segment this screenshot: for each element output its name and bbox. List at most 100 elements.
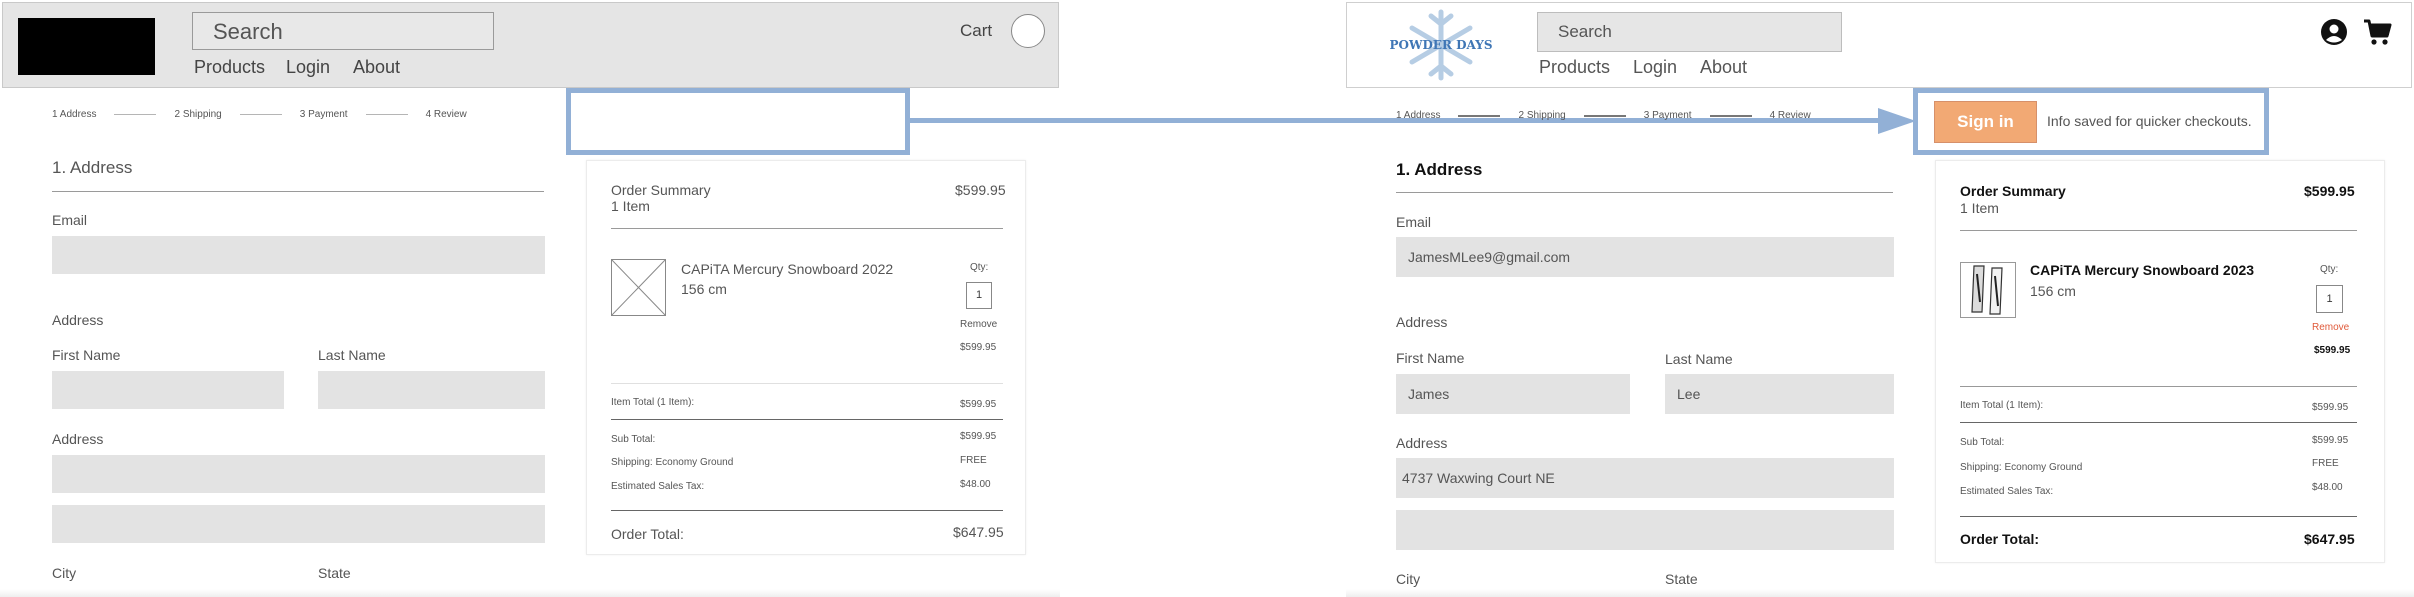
- tax-value: $48.00: [2312, 482, 2343, 493]
- search-placeholder: Search: [1558, 22, 1612, 41]
- email-value: JamesMLee9@gmail.com: [1408, 249, 1571, 265]
- nav-login[interactable]: Login: [1633, 57, 1677, 78]
- step-review[interactable]: 4 Review: [426, 109, 467, 120]
- step-divider: [1583, 114, 1626, 117]
- first-name-label: First Name: [1396, 350, 1465, 366]
- product-image-placeholder: [611, 259, 666, 316]
- arrow-head: [1878, 108, 1916, 134]
- step-address[interactable]: 1 Address: [1396, 110, 1440, 121]
- snowboard-image: [1960, 262, 2016, 318]
- divider: [611, 228, 1003, 229]
- address-section-label: Address: [52, 312, 104, 328]
- checkout-steps: 1 Address 2 Shipping 3 Payment 4 Review: [52, 109, 467, 120]
- sign-in-button[interactable]: Sign in: [1934, 101, 2037, 143]
- step-shipping[interactable]: 2 Shipping: [174, 109, 221, 120]
- nav-login[interactable]: Login: [286, 57, 330, 78]
- order-summary-price: $599.95: [955, 182, 1006, 198]
- order-summary-count: 1 Item: [611, 198, 650, 214]
- qty-stepper[interactable]: 1: [2316, 285, 2343, 313]
- order-total-label: Order Total:: [1960, 531, 2040, 547]
- divider: [611, 510, 1003, 511]
- email-field[interactable]: JamesMLee9@gmail.com: [1396, 237, 1894, 277]
- step-review[interactable]: 4 Review: [1770, 110, 1811, 121]
- address-line1-field[interactable]: [52, 455, 545, 493]
- account-icon[interactable]: [2320, 18, 2348, 46]
- last-name-field[interactable]: [318, 371, 545, 409]
- step-divider: [239, 114, 282, 115]
- divider: [611, 383, 1003, 384]
- product-name[interactable]: CAPiTA Mercury Snowboard 2022: [681, 261, 893, 277]
- first-name-field[interactable]: [52, 371, 284, 409]
- step-address[interactable]: 1 Address: [52, 109, 96, 120]
- item-total-value: $599.95: [2312, 402, 2349, 413]
- nav-about[interactable]: About: [353, 57, 400, 78]
- search-input[interactable]: Search: [192, 12, 494, 50]
- order-summary-title: Order Summary: [611, 182, 711, 198]
- search-placeholder: Search: [213, 19, 283, 44]
- address-line2-field[interactable]: [52, 505, 545, 543]
- page-fade: [1346, 589, 2414, 597]
- shipping-label: Shipping: Economy Ground: [1960, 462, 2083, 473]
- remove-link[interactable]: Remove: [960, 319, 997, 330]
- subtotal-value: $599.95: [960, 431, 997, 442]
- first-name-label: First Name: [52, 347, 121, 363]
- step-payment[interactable]: 3 Payment: [1644, 110, 1692, 121]
- nav-products[interactable]: Products: [194, 57, 265, 78]
- logo-text: POWDER DAYS: [1389, 38, 1493, 52]
- qty-label: Qty:: [970, 262, 989, 273]
- left-header: [2, 2, 1059, 88]
- email-field[interactable]: [52, 236, 545, 274]
- product-name[interactable]: CAPiTA Mercury Snowboard 2023: [2030, 262, 2254, 278]
- cart-icon[interactable]: [1011, 14, 1045, 48]
- divider: [1960, 516, 2357, 517]
- first-name-field[interactable]: James: [1396, 374, 1630, 414]
- shipping-value: FREE: [960, 455, 987, 466]
- cart-label[interactable]: Cart: [960, 21, 992, 41]
- item-total-label: Item Total (1 Item):: [611, 397, 695, 408]
- address-label: Address: [52, 431, 104, 447]
- subtotal-label: Sub Total:: [1960, 437, 2005, 448]
- step-divider: [1709, 114, 1752, 117]
- email-label: Email: [52, 212, 88, 228]
- order-total-value: $647.95: [953, 524, 1004, 540]
- divider: [52, 191, 544, 192]
- address-line1-field[interactable]: 4737 Waxwing Court NE: [1396, 458, 1894, 498]
- nav-products[interactable]: Products: [1539, 57, 1610, 78]
- subtotal-value: $599.95: [2312, 435, 2349, 446]
- step-payment[interactable]: 3 Payment: [300, 109, 348, 120]
- order-summary-title: Order Summary: [1960, 183, 2066, 199]
- order-total-value: $647.95: [2304, 531, 2355, 547]
- last-name-label: Last Name: [318, 347, 386, 363]
- logo-placeholder: [18, 18, 155, 75]
- tax-value: $48.00: [960, 479, 991, 490]
- right-header: [1346, 2, 2412, 88]
- remove-link[interactable]: Remove: [2312, 322, 2349, 333]
- state-label: State: [318, 565, 351, 581]
- email-label: Email: [1396, 214, 1432, 230]
- address-title: 1. Address: [52, 158, 133, 177]
- qty-stepper[interactable]: 1: [966, 282, 992, 309]
- shipping-value: FREE: [2312, 458, 2339, 469]
- divider: [1960, 386, 2357, 387]
- cart-icon[interactable]: [2362, 17, 2392, 47]
- last-name-field[interactable]: Lee: [1665, 374, 1894, 414]
- step-divider: [114, 114, 157, 115]
- step-shipping[interactable]: 2 Shipping: [1518, 110, 1565, 121]
- step-divider: [1458, 114, 1501, 117]
- search-input[interactable]: Search: [1537, 12, 1842, 52]
- qty-value: 1: [2326, 293, 2333, 305]
- nav-about[interactable]: About: [1700, 57, 1747, 78]
- state-label: State: [1665, 571, 1698, 587]
- qty-value: 1: [975, 289, 983, 301]
- product-size: 156 cm: [681, 281, 727, 297]
- divider: [1960, 230, 2357, 231]
- tax-label: Estimated Sales Tax:: [611, 481, 705, 492]
- address-title: 1. Address: [1396, 160, 1483, 179]
- page-fade: [0, 589, 1060, 597]
- address-line2-field[interactable]: [1396, 510, 1894, 550]
- address-section-label: Address: [1396, 314, 1448, 330]
- order-summary-card: [1935, 160, 2385, 563]
- empty-callout-box: [566, 88, 910, 155]
- subtotal-label: Sub Total:: [611, 434, 656, 445]
- step-divider: [365, 114, 408, 115]
